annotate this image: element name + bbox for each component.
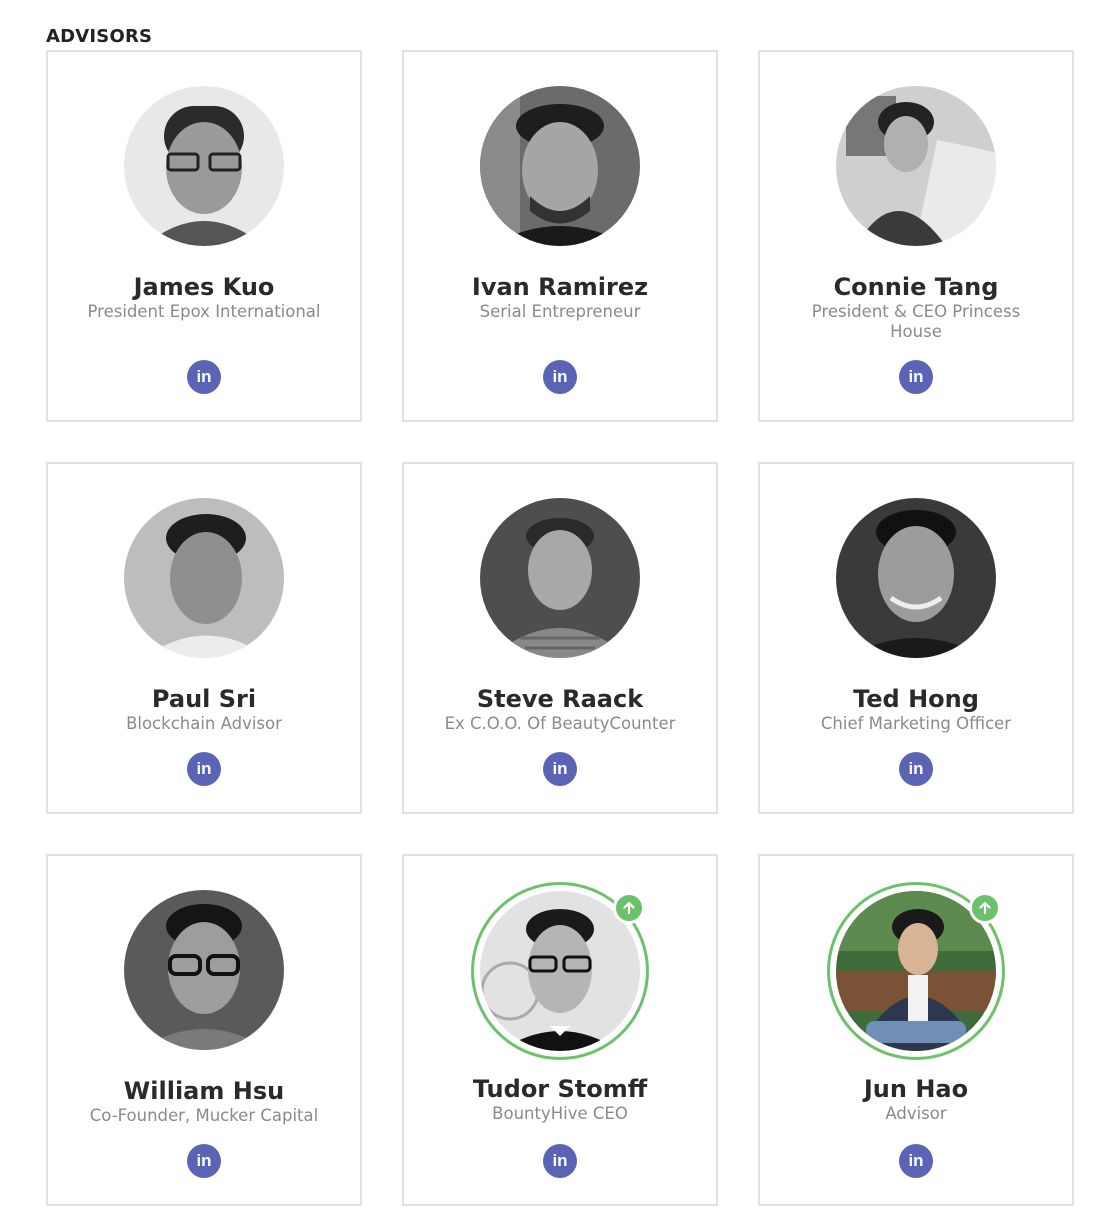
advisor-role: Chief Marketing Officer <box>820 714 1012 733</box>
advisor-name: Paul Sri <box>151 685 257 713</box>
advisor-name: Connie Tang <box>833 273 999 301</box>
advisor-name: Tudor Stomff <box>472 1075 648 1103</box>
avatar <box>124 86 284 246</box>
advisor-card: Steve Raack Ex C.O.O. Of BeautyCounter i… <box>402 462 718 814</box>
avatar <box>124 498 284 658</box>
advisor-photo <box>480 86 640 246</box>
avatar <box>471 882 649 1060</box>
linkedin-icon[interactable]: in <box>899 360 933 394</box>
linkedin-icon[interactable]: in <box>899 752 933 786</box>
arrow-up-icon <box>969 892 1001 924</box>
advisor-photo <box>836 498 996 658</box>
advisor-role: Blockchain Advisor <box>126 714 282 733</box>
advisor-name: Ted Hong <box>853 685 979 713</box>
avatar <box>836 86 996 246</box>
advisor-card: Paul Sri Blockchain Advisor in <box>46 462 362 814</box>
advisor-card: James Kuo President Epox International i… <box>46 50 362 422</box>
avatar <box>480 86 640 246</box>
arrow-up-icon <box>613 892 645 924</box>
advisor-photo <box>480 498 640 658</box>
advisor-role: President & CEO Princess House <box>811 302 1021 341</box>
advisor-role: President Epox International <box>87 302 321 321</box>
advisor-card: Ted Hong Chief Marketing Officer in <box>758 462 1074 814</box>
advisor-photo <box>124 86 284 246</box>
avatar <box>827 882 1005 1060</box>
advisor-card: William Hsu Co-Founder, Mucker Capital i… <box>46 854 362 1206</box>
advisor-name: Steve Raack <box>476 685 644 713</box>
advisor-name: James Kuo <box>133 273 275 301</box>
advisor-role: BountyHive CEO <box>492 1104 628 1123</box>
advisor-photo <box>836 86 996 246</box>
section-title: ADVISORS <box>46 26 153 47</box>
advisor-photo <box>124 890 284 1050</box>
linkedin-icon[interactable]: in <box>187 1144 221 1178</box>
avatar <box>836 498 996 658</box>
advisor-card: Tudor Stomff BountyHive CEO in <box>402 854 718 1206</box>
linkedin-icon[interactable]: in <box>187 752 221 786</box>
avatar <box>124 890 284 1050</box>
linkedin-icon[interactable]: in <box>543 1144 577 1178</box>
linkedin-icon[interactable]: in <box>899 1144 933 1178</box>
advisor-card: Connie Tang President & CEO Princess Hou… <box>758 50 1074 422</box>
advisor-card: Jun Hao Advisor in <box>758 854 1074 1206</box>
linkedin-icon[interactable]: in <box>543 360 577 394</box>
advisor-name: Ivan Ramirez <box>471 273 649 301</box>
avatar <box>480 498 640 658</box>
advisor-photo <box>124 498 284 658</box>
advisor-role: Serial Entrepreneur <box>479 302 641 321</box>
linkedin-icon[interactable]: in <box>543 752 577 786</box>
advisor-card: Ivan Ramirez Serial Entrepreneur in <box>402 50 718 422</box>
advisor-role: Ex C.O.O. Of BeautyCounter <box>444 714 676 733</box>
advisor-role: Co-Founder, Mucker Capital <box>89 1106 319 1125</box>
linkedin-icon[interactable]: in <box>187 360 221 394</box>
advisor-name: Jun Hao <box>863 1075 969 1103</box>
advisor-role: Advisor <box>885 1104 947 1123</box>
advisor-name: William Hsu <box>123 1077 285 1105</box>
